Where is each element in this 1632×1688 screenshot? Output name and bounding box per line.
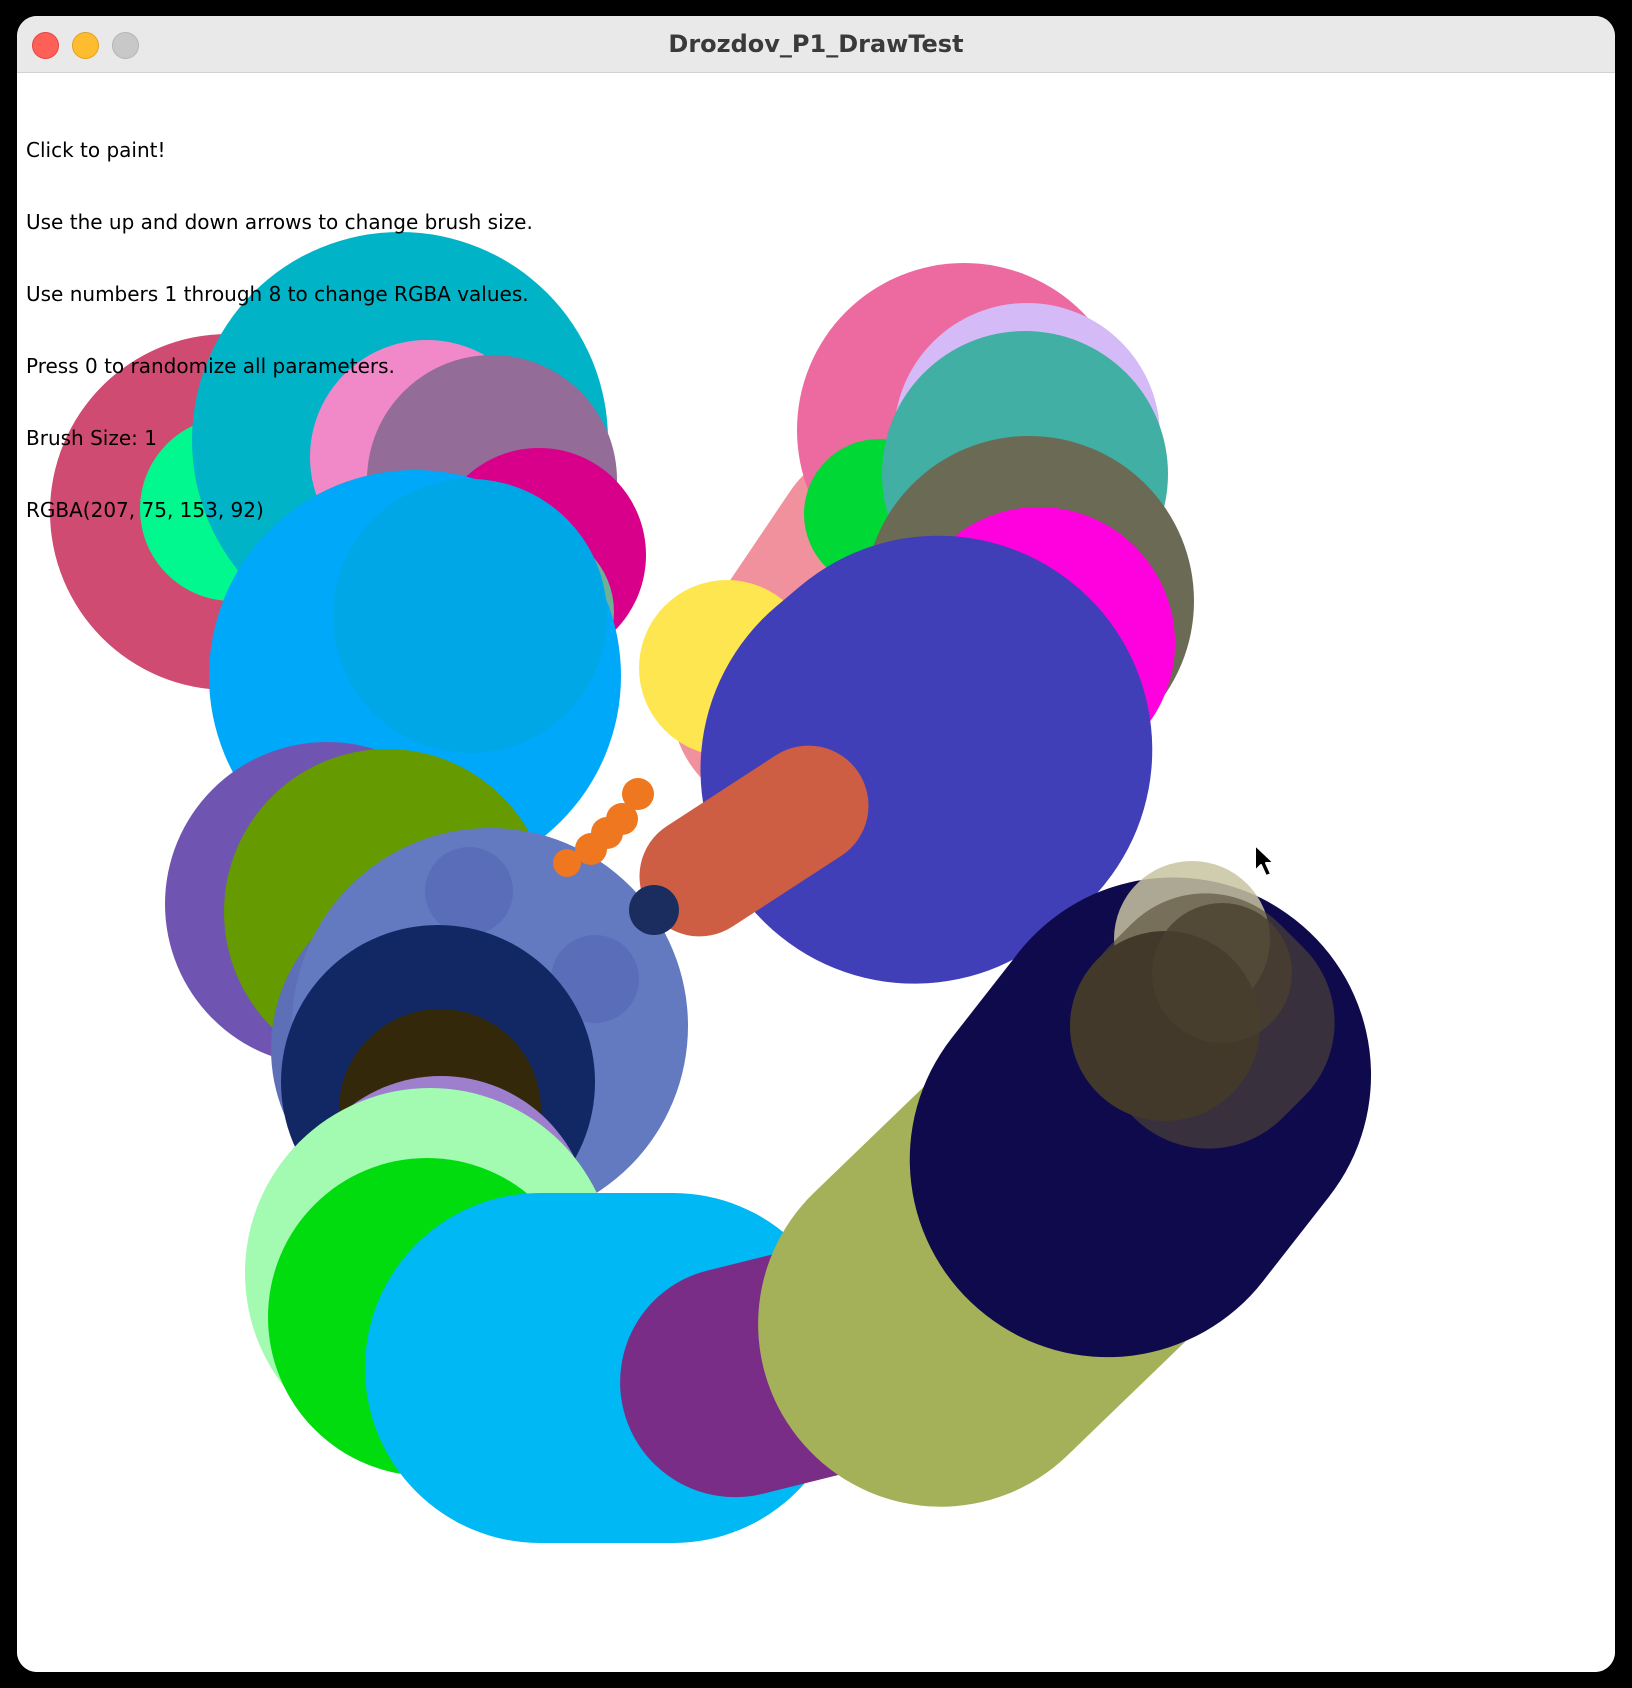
paint-stroke	[553, 849, 581, 877]
instruction-click: Click to paint!	[26, 138, 166, 162]
paint-stroke	[425, 847, 513, 935]
instruction-randomize: Press 0 to randomize all parameters.	[26, 354, 395, 378]
paint-stroke	[1152, 903, 1292, 1043]
instruction-brush-arrows: Use the up and down arrows to change bru…	[26, 210, 533, 234]
instruction-rgba-keys: Use numbers 1 through 8 to change RGBA v…	[26, 282, 529, 306]
title-bar[interactable]: Drozdov_P1_DrawTest	[17, 16, 1615, 73]
paint-canvas[interactable]: Click to paint! Use the up and down arro…	[17, 73, 1615, 1672]
app-window: Drozdov_P1_DrawTest Click to paint! Use …	[17, 16, 1615, 1672]
arrow-pointer-icon	[1254, 844, 1275, 877]
rgba-readout: RGBA(207, 75, 153, 92)	[26, 498, 264, 522]
instructions-panel: Click to paint! Use the up and down arro…	[26, 90, 533, 570]
window-title: Drozdov_P1_DrawTest	[668, 30, 964, 58]
brush-size-readout: Brush Size: 1	[26, 426, 157, 450]
paint-stroke	[629, 885, 679, 935]
